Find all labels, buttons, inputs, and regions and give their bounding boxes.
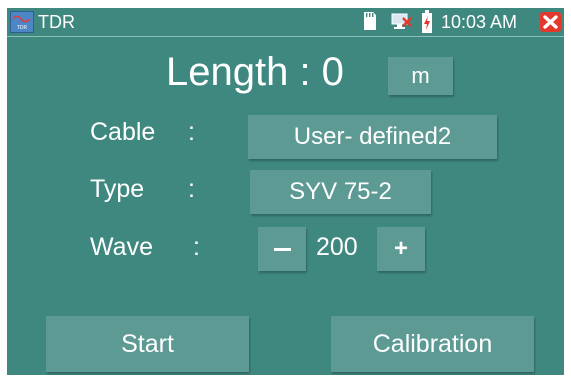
type-label: Type [90,175,145,203]
clock: 10:03 AM [441,12,518,32]
cable-select-button[interactable]: User- defined2 [248,115,497,159]
sd-card-icon [363,11,377,36]
wave-increment-button[interactable]: + [377,227,425,271]
app-icon: TDR [10,11,34,33]
status-bar: TDR TDR 10:03 AM [7,8,564,36]
type-select-button[interactable]: SYV 75-2 [250,170,431,214]
close-button[interactable] [540,12,561,32]
calibration-button[interactable]: Calibration [331,316,534,372]
status-divider [7,36,564,37]
tdr-screen: TDR TDR 10:03 AM Length: 0 m Cable: Us… [7,8,564,375]
cable-label: Cable [90,118,156,146]
svg-text:TDR: TDR [17,25,28,31]
wave-value: 200 [316,233,358,261]
length-readout: Length : 0 [166,50,344,94]
close-icon[interactable] [543,15,558,29]
wave-decrement-button[interactable] [258,227,306,271]
app-title: TDR [38,12,75,32]
unit-button[interactable]: m [388,57,453,95]
minus-icon [273,247,291,251]
battery-charging-icon [421,10,433,39]
network-icon [391,12,413,35]
start-button[interactable]: Start [46,316,249,372]
wave-colon: : [193,233,200,261]
wave-label: Wave [90,233,153,261]
cable-colon: : [188,118,195,146]
type-colon: : [188,175,195,203]
